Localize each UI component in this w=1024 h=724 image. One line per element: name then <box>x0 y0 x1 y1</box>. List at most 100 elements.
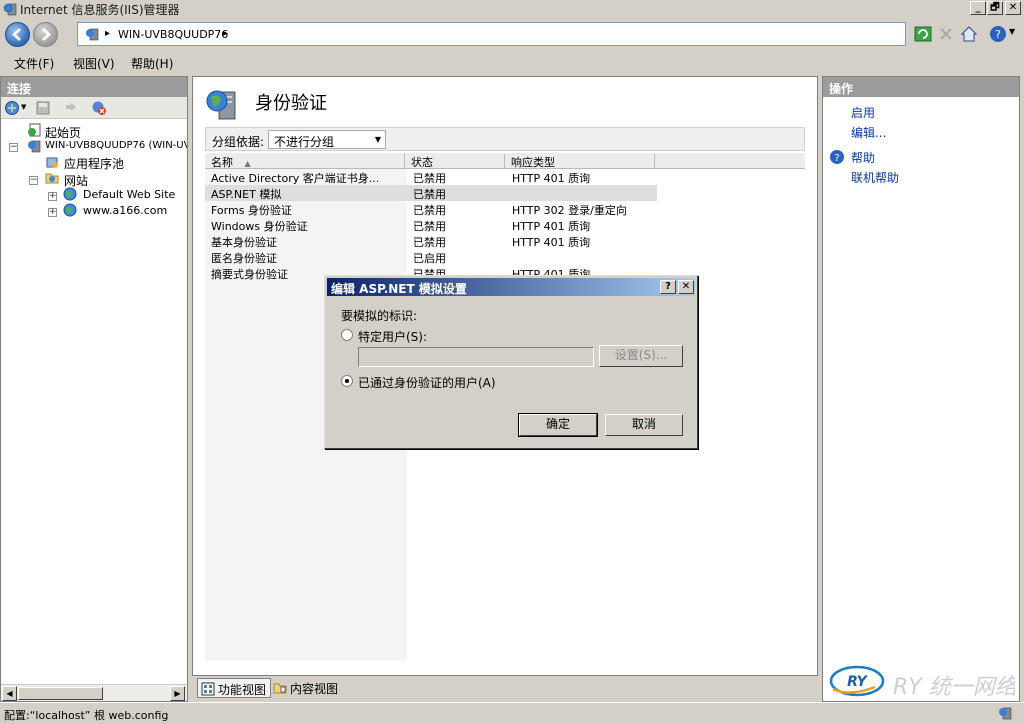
row-response: HTTP 401 质询 <box>512 220 591 233</box>
menu-bar: 文件(F) 视图(V) 帮助(H) <box>0 50 1024 74</box>
address-field[interactable]: ▸ WIN-UVB8QUUDP76 ▸ <box>77 22 906 46</box>
chevron-down-icon[interactable]: ▼ <box>371 131 385 148</box>
minimize-button[interactable]: _ <box>970 1 986 15</box>
svg-text:?: ? <box>995 28 1001 41</box>
table-row[interactable]: Active Directory 客户端证书身... 已禁用 HTTP 401 … <box>205 169 657 185</box>
cancel-button[interactable]: 取消 <box>605 414 683 436</box>
window-titlebar: Internet 信息服务(IIS)管理器 _ 🗗 ✕ <box>0 0 1024 18</box>
authenticated-user-radio[interactable] <box>341 375 353 387</box>
tab-content-view-label: 内容视图 <box>290 682 339 696</box>
action-help[interactable]: 帮助 <box>851 149 875 166</box>
window-title: Internet 信息服务(IIS)管理器 <box>20 3 180 17</box>
scroll-right-icon[interactable]: ▶ <box>170 686 185 701</box>
up-level-icon[interactable] <box>63 100 79 116</box>
row-status: 已禁用 <box>413 204 446 217</box>
page-title: 身份验证 <box>255 93 327 114</box>
horizontal-scrollbar[interactable]: ◀ ▶ <box>1 684 187 701</box>
help-dropdown-icon[interactable]: ▼ <box>1009 27 1015 36</box>
tree-item-default-web-site[interactable]: Default Web Site <box>83 188 175 201</box>
save-icon[interactable] <box>35 100 51 116</box>
help-icon[interactable]: ? <box>989 25 1007 43</box>
dialog-title: 编辑 ASP.NET 模拟设置 <box>331 282 467 296</box>
row-name: ASP.NET 模拟 <box>211 188 282 201</box>
action-edit[interactable]: 编辑... <box>851 124 886 141</box>
expand-icon[interactable]: + <box>48 208 57 217</box>
globe-icon <box>63 203 77 217</box>
menu-help[interactable]: 帮助(H) <box>131 55 173 72</box>
scroll-left-icon[interactable]: ◀ <box>2 686 17 701</box>
dialog-titlebar: 编辑 ASP.NET 模拟设置 ? ✕ <box>327 278 695 296</box>
row-response: HTTP 401 质询 <box>512 172 591 185</box>
table-row[interactable]: 基本身份验证 已禁用 HTTP 401 质询 <box>205 233 657 249</box>
menu-view[interactable]: 视图(V) <box>73 55 115 72</box>
app-pool-icon <box>46 157 58 168</box>
view-tabs: 功能视图 内容视图 <box>192 676 818 700</box>
row-status: 已禁用 <box>413 236 446 249</box>
sort-ascending-icon: ▲ <box>244 159 251 168</box>
actions-header: 操作 <box>823 77 1019 97</box>
tree-item-server[interactable]: WIN-UVB8QUUDP76 (WIN-UVI <box>45 140 187 151</box>
row-status: 已禁用 <box>413 172 446 185</box>
close-window-button[interactable]: ✕ <box>1005 1 1021 15</box>
server-icon <box>28 140 41 153</box>
dialog-help-button[interactable]: ? <box>660 280 676 294</box>
forward-button[interactable] <box>33 22 58 47</box>
list-header: 名称 ▲ 状态 响应类型 <box>205 153 805 169</box>
row-name: Active Directory 客户端证书身... <box>211 172 380 185</box>
specific-user-radio[interactable] <box>341 329 353 341</box>
back-button[interactable] <box>5 22 30 47</box>
menu-file[interactable]: 文件(F) <box>14 55 54 72</box>
identity-label: 要模拟的标识: <box>341 309 418 323</box>
brand-text: RY 统一网络 <box>893 675 1015 700</box>
brand-watermark-logo: RY RY 统一网络 <box>829 663 1015 700</box>
action-enable[interactable]: 启用 <box>851 104 875 121</box>
row-name: 摘要式身份验证 <box>211 268 288 281</box>
refresh-icon[interactable] <box>914 25 932 43</box>
tree-item-start-page[interactable]: 起始页 <box>45 124 81 141</box>
svg-text:?: ? <box>834 153 839 164</box>
breadcrumb-arrow[interactable]: ▸ <box>223 28 228 39</box>
row-status: 已禁用 <box>413 220 446 233</box>
collapse-icon[interactable]: − <box>29 176 38 185</box>
home-icon[interactable] <box>960 25 978 43</box>
tree-item-a166-site[interactable]: www.a166.com <box>83 204 167 217</box>
connections-header: 连接 <box>1 77 187 97</box>
row-name: Forms 身份验证 <box>211 204 292 217</box>
group-by-value: 不进行分组 <box>274 135 335 149</box>
column-header-status[interactable]: 状态 <box>405 154 505 169</box>
row-status: 已禁用 <box>413 188 446 201</box>
column-header-response[interactable]: 响应类型 <box>505 154 655 169</box>
row-response: HTTP 302 登录/重定向 <box>512 204 627 217</box>
tab-features-view-label: 功能视图 <box>218 683 267 697</box>
dialog-close-button[interactable]: ✕ <box>678 280 694 294</box>
scroll-thumb[interactable] <box>18 687 103 700</box>
table-row[interactable]: 匿名身份验证 已启用 <box>205 249 657 265</box>
expand-icon[interactable]: + <box>48 192 57 201</box>
dropdown-arrow-icon[interactable]: ▼ <box>21 103 26 111</box>
tab-features-view[interactable]: 功能视图 <box>197 678 272 698</box>
column-header-name[interactable]: 名称 ▲ <box>205 154 405 169</box>
ok-button[interactable]: 确定 <box>518 413 598 437</box>
svg-text:RY: RY <box>847 674 868 690</box>
stop-icon[interactable] <box>937 25 955 43</box>
remove-connection-icon[interactable] <box>91 100 107 116</box>
edit-impersonation-dialog: 编辑 ASP.NET 模拟设置 ? ✕ 要模拟的标识: 特定用户(S): 设置(… <box>324 275 698 449</box>
tab-content-view[interactable]: 内容视图 <box>270 678 342 698</box>
row-name: 基本身份验证 <box>211 236 277 249</box>
specific-user-label[interactable]: 特定用户(S): <box>358 328 427 345</box>
action-online-help[interactable]: 联机帮助 <box>851 169 899 186</box>
group-by-select[interactable]: 不进行分组 ▼ <box>268 130 386 149</box>
restore-button[interactable]: 🗗 <box>987 1 1003 15</box>
collapse-icon[interactable]: − <box>9 143 18 152</box>
create-connection-icon[interactable] <box>4 100 20 116</box>
table-row[interactable]: Windows 身份验证 已禁用 HTTP 401 质询 <box>205 217 657 233</box>
authenticated-user-label[interactable]: 已通过身份验证的用户(A) <box>358 374 496 391</box>
address-bar: ▸ WIN-UVB8QUUDP76 ▸ ? ▼ <box>0 18 1024 50</box>
help-icon: ? <box>830 150 844 164</box>
breadcrumb-server[interactable]: WIN-UVB8QUUDP76 <box>118 28 228 41</box>
status-text: 配置:“localhost” 根 web.config <box>4 709 169 722</box>
table-row[interactable]: ASP.NET 模拟 已禁用 <box>205 185 657 201</box>
table-row[interactable]: Forms 身份验证 已禁用 HTTP 302 登录/重定向 <box>205 201 657 217</box>
group-by-bar: 分组依据: 不进行分组 ▼ <box>205 127 805 151</box>
tree-item-app-pools[interactable]: 应用程序池 <box>64 155 124 172</box>
